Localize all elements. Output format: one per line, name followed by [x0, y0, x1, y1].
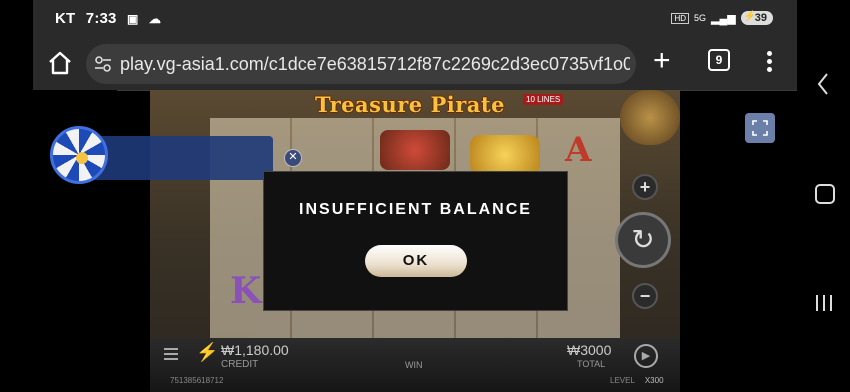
reel-symbol-k: K — [230, 270, 262, 312]
system-nav-bar — [797, 0, 850, 392]
total-label: TOTAL — [577, 359, 606, 369]
ok-button[interactable]: OK — [365, 245, 467, 277]
level-value: X300 — [644, 376, 664, 385]
credit-value: ₩1,180.00 — [221, 342, 289, 358]
reel-symbol-a: A — [565, 130, 592, 170]
dialog-message: INSUFFICIENT BALANCE — [299, 201, 532, 218]
status-left: KT 7:33 ▣ ☁ — [55, 10, 167, 27]
address-bar[interactable]: play.vg-asia1.com/c1dce7e63815712f87c226… — [86, 44, 636, 84]
win-label: WIN — [405, 360, 423, 370]
status-right: HD 5G ▂▄▆ 39 — [671, 11, 773, 25]
screenshot-icon: ▣ — [126, 12, 139, 26]
floating-wheel-widget[interactable] — [50, 126, 274, 184]
back-icon[interactable] — [815, 72, 831, 96]
cloud-icon: ☁ — [148, 12, 162, 26]
network-label: 5G — [694, 13, 707, 23]
level-indicator: LEVEL X300 — [610, 376, 664, 385]
game-title: Treasure Pirate — [315, 92, 505, 117]
home-nav-icon[interactable] — [815, 184, 835, 204]
carrier-label: KT — [55, 10, 76, 27]
lines-badge: 10 LINES — [523, 94, 564, 105]
fullscreen-icon[interactable] — [745, 113, 775, 143]
new-tab-icon[interactable]: + — [653, 46, 671, 76]
fortune-wheel-icon[interactable] — [50, 126, 108, 184]
turbo-icon[interactable]: ⚡ — [196, 342, 218, 363]
autoplay-icon[interactable]: ▶ — [634, 344, 658, 368]
game-bottom-bar: ⚡ ₩1,180.00 CREDIT WIN ₩3000 TOTAL ▶ 751… — [150, 338, 680, 392]
spin-button[interactable]: ↻ — [615, 212, 671, 268]
status-bar: KT 7:33 ▣ ☁ HD 5G ▂▄▆ 39 — [33, 0, 797, 38]
battery-indicator: 39 — [740, 11, 773, 25]
url-text[interactable]: play.vg-asia1.com/c1dce7e63815712f87c226… — [120, 54, 630, 75]
treasure-decoration — [620, 90, 680, 145]
gold-symbol — [470, 135, 540, 175]
bet-increase-button[interactable]: + — [632, 174, 658, 200]
tab-switcher-button[interactable]: 9 — [708, 49, 730, 71]
ship-symbol — [380, 130, 450, 170]
browser-toolbar: play.vg-asia1.com/c1dce7e63815712f87c226… — [33, 38, 797, 91]
total-bet-value: ₩3000 — [567, 342, 612, 358]
clock: 7:33 — [85, 10, 117, 27]
close-icon[interactable]: ✕ — [284, 149, 302, 167]
more-menu-icon[interactable] — [767, 51, 773, 75]
hd-label: HD — [671, 12, 690, 24]
recents-icon[interactable] — [816, 295, 834, 313]
signal-icon: ▂▄▆ — [711, 12, 736, 25]
level-label: LEVEL — [610, 376, 635, 385]
credit-label: CREDIT — [221, 359, 259, 370]
game-menu-icon[interactable] — [164, 348, 178, 360]
site-settings-icon[interactable] — [94, 56, 112, 72]
round-id: 751385618712 — [170, 376, 224, 385]
bet-decrease-button[interactable]: − — [632, 283, 658, 309]
wheel-hub — [76, 152, 88, 164]
home-icon[interactable] — [47, 50, 73, 76]
insufficient-balance-dialog: INSUFFICIENT BALANCE OK — [263, 171, 568, 311]
